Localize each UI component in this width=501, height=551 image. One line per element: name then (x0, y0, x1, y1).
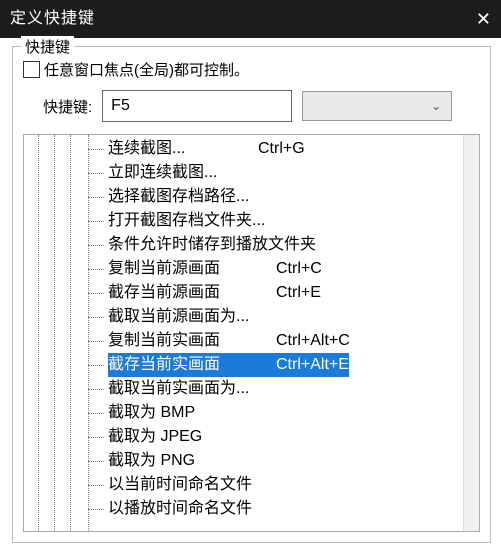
close-icon[interactable]: ✕ (476, 0, 491, 38)
tree-item[interactable]: 截取为 BMP (24, 401, 463, 425)
tree-item[interactable]: 选择截图存档路径... (24, 185, 463, 209)
global-checkbox-label: 任意窗口焦点(全局)都可控制。 (44, 59, 249, 80)
tree: 连续截图...Ctrl+G立即连续截图...选择截图存档路径...打开截图存档文… (24, 135, 463, 521)
tree-item-label: 截取为 JPEG (108, 425, 276, 449)
tree-item[interactable]: 截取为 JPEG (24, 425, 463, 449)
tree-item-shortcut: Ctrl+Alt+E (276, 353, 349, 377)
shortcut-input-label: 快捷键: (43, 96, 92, 117)
tree-item-label: 条件允许时储存到播放文件夹 (108, 233, 316, 257)
tree-item-label: 截存当前源画面 (108, 281, 276, 305)
vertical-scrollbar[interactable] (463, 135, 479, 531)
tree-item[interactable]: 截取当前实画面为... (24, 377, 463, 401)
chevron-down-icon: ⌄ (431, 99, 441, 113)
tree-item-label: 以播放时间命名文件 (108, 497, 276, 521)
tree-item[interactable]: 复制当前源画面Ctrl+C (24, 257, 463, 281)
tree-item-shortcut: Ctrl+G (258, 137, 305, 161)
tree-item-shortcut: Ctrl+C (276, 257, 322, 281)
tree-item-label: 选择截图存档路径... (108, 185, 276, 209)
tree-item-label: 截取为 PNG (108, 449, 276, 473)
tree-item-label: 截取当前源画面为... (108, 305, 276, 329)
window-title: 定义快捷键 (10, 0, 95, 38)
tree-item[interactable]: 打开截图存档文件夹... (24, 209, 463, 233)
tree-item[interactable]: 截存当前实画面Ctrl+Alt+E (24, 353, 463, 377)
title-bar: 定义快捷键 ✕ (0, 0, 501, 38)
fieldset-legend: 快捷键 (21, 36, 74, 57)
tree-item[interactable]: 复制当前实画面Ctrl+Alt+C (24, 329, 463, 353)
tree-item[interactable]: 立即连续截图... (24, 161, 463, 185)
tree-item-label: 截取当前实画面为... (108, 377, 276, 401)
tree-item[interactable]: 连续截图...Ctrl+G (24, 137, 463, 161)
tree-scroll: 连续截图...Ctrl+G立即连续截图...选择截图存档路径...打开截图存档文… (24, 135, 463, 531)
tree-item-label: 立即连续截图... (108, 161, 276, 185)
tree-item[interactable]: 截存当前源画面Ctrl+E (24, 281, 463, 305)
tree-item-label: 截存当前实画面 (108, 353, 276, 377)
tree-item-label: 复制当前实画面 (108, 329, 276, 353)
tree-item-label: 复制当前源画面 (108, 257, 276, 281)
tree-item-label: 截取为 BMP (108, 401, 276, 425)
tree-item[interactable]: 以播放时间命名文件 (24, 497, 463, 521)
tree-item-shortcut: Ctrl+Alt+C (276, 329, 350, 353)
tree-item[interactable]: 截取当前源画面为... (24, 305, 463, 329)
shortcut-fieldset: 快捷键 任意窗口焦点(全局)都可控制。 快捷键: ⌄ 连续截图...Ctrl+G… (12, 46, 491, 543)
shortcut-dropdown[interactable]: ⌄ (302, 91, 452, 121)
shortcut-input-row: 快捷键: ⌄ (43, 90, 480, 122)
tree-item[interactable]: 条件允许时储存到播放文件夹 (24, 233, 463, 257)
global-checkbox-row: 任意窗口焦点(全局)都可控制。 (23, 59, 480, 80)
tree-item[interactable]: 以当前时间命名文件 (24, 473, 463, 497)
tree-item-shortcut: Ctrl+E (276, 281, 321, 305)
tree-item[interactable]: 截取为 PNG (24, 449, 463, 473)
tree-container: 连续截图...Ctrl+G立即连续截图...选择截图存档路径...打开截图存档文… (23, 134, 480, 532)
shortcut-input[interactable] (102, 90, 292, 122)
dialog-body: 快捷键 任意窗口焦点(全局)都可控制。 快捷键: ⌄ 连续截图...Ctrl+G… (0, 38, 501, 543)
tree-item-label: 连续截图... (108, 137, 258, 161)
global-checkbox[interactable] (23, 61, 40, 78)
tree-item-label: 以当前时间命名文件 (108, 473, 276, 497)
tree-item-label: 打开截图存档文件夹... (108, 209, 276, 233)
